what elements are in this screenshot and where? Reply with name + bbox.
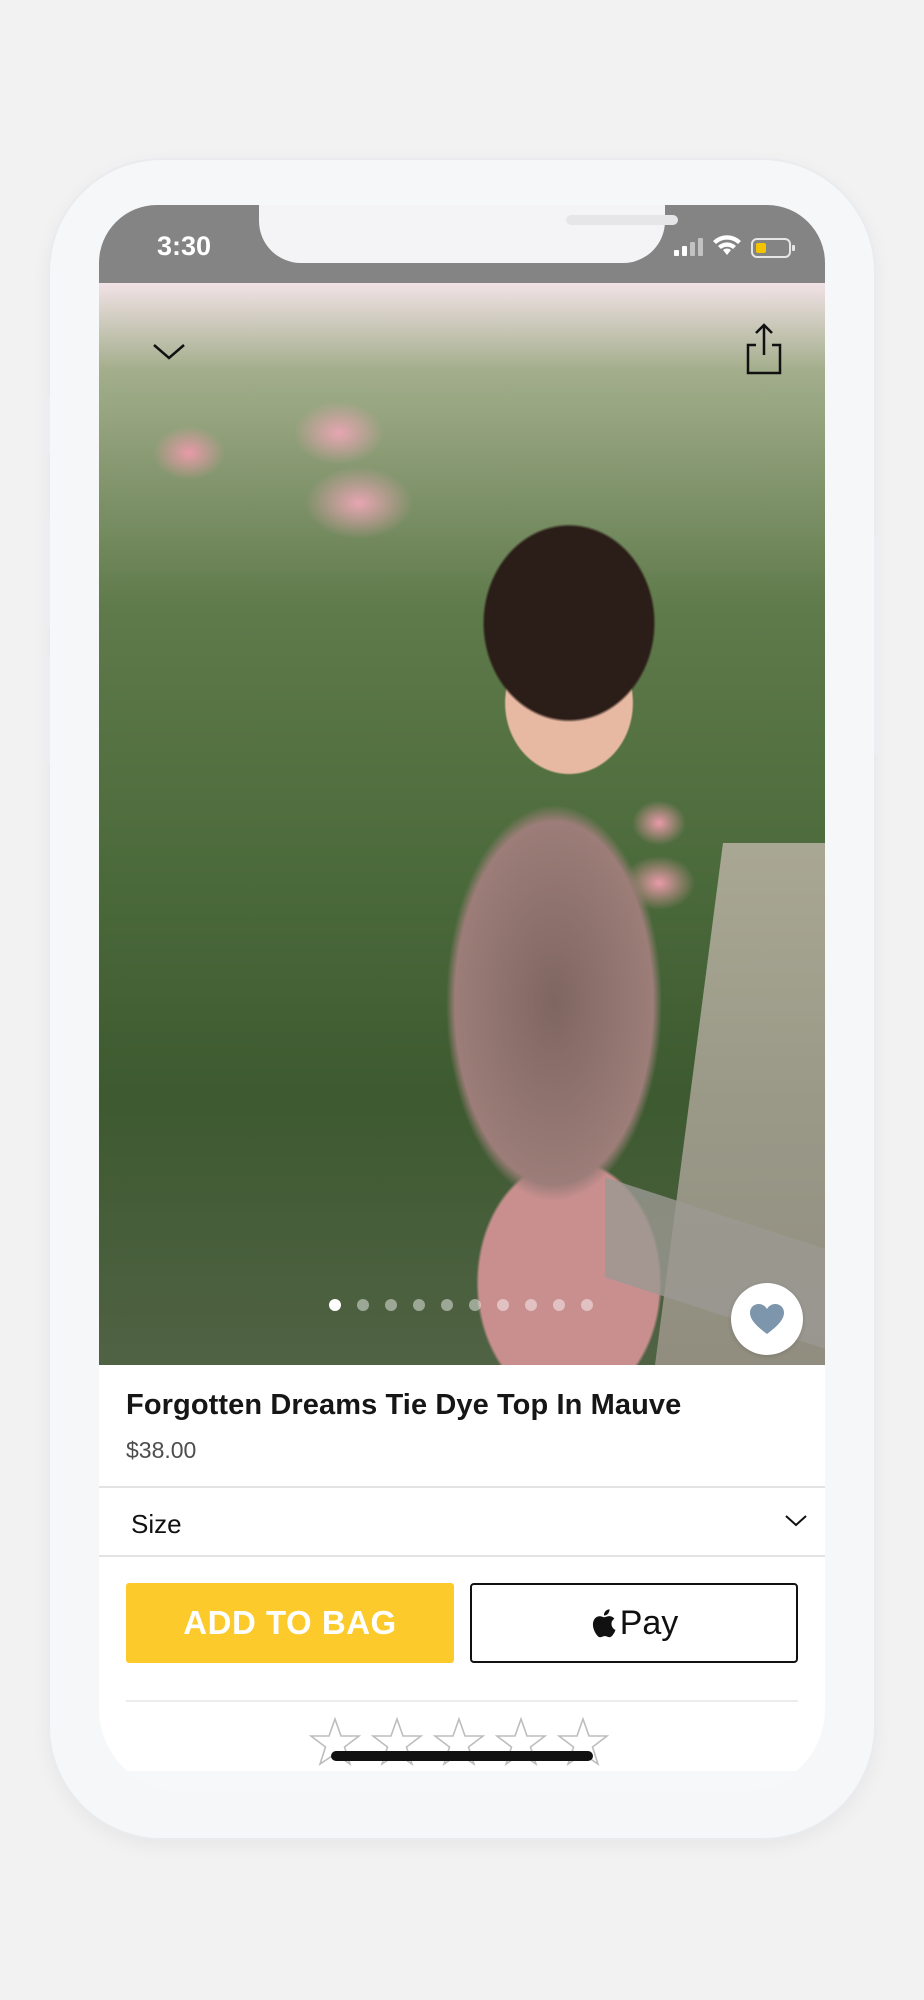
heart-icon (750, 1304, 784, 1334)
size-selector[interactable]: Size (99, 1487, 825, 1557)
carousel-dot[interactable] (413, 1299, 425, 1311)
carousel-dot[interactable] (385, 1299, 397, 1311)
purchase-buttons: ADD TO BAG Pay (126, 1583, 798, 1663)
screen-bottom-edge (99, 1771, 825, 1791)
share-icon (746, 323, 782, 375)
product-title: Forgotten Dreams Tie Dye Top In Mauve (126, 1389, 682, 1421)
collapse-button[interactable] (137, 333, 201, 373)
divider (99, 1555, 825, 1557)
side-button (874, 535, 880, 755)
carousel-dot[interactable] (525, 1299, 537, 1311)
carousel-dot[interactable] (357, 1299, 369, 1311)
home-indicator[interactable] (331, 1751, 593, 1761)
speaker-grille (566, 215, 678, 225)
side-button (44, 518, 50, 628)
divider (126, 1700, 798, 1702)
carousel-dot[interactable] (581, 1299, 593, 1311)
carousel-indicator (329, 1299, 593, 1311)
status-bar: 3:30 (99, 205, 825, 283)
chevron-down-icon (153, 344, 185, 360)
carousel-dot[interactable] (441, 1299, 453, 1311)
apple-pay-button[interactable]: Pay (470, 1583, 798, 1663)
side-button (44, 655, 50, 765)
apple-icon (592, 1609, 616, 1638)
side-button (44, 395, 50, 455)
cellular-signal-icon (674, 236, 703, 256)
favorite-button[interactable] (731, 1283, 803, 1355)
add-to-bag-button[interactable]: ADD TO BAG (126, 1583, 454, 1663)
carousel-dot[interactable] (469, 1299, 481, 1311)
carousel-dot[interactable] (497, 1299, 509, 1311)
wifi-icon (713, 235, 741, 255)
app-screen: 3:30 Forgotten Dreams Tie Dye Top In Mau… (99, 205, 825, 1791)
battery-cap (792, 245, 795, 251)
battery-level (756, 243, 766, 253)
size-label: Size (131, 1509, 182, 1539)
status-time: 3:30 (157, 231, 212, 261)
chevron-down-icon (785, 1515, 807, 1527)
apple-pay-label: Pay (619, 1603, 679, 1642)
carousel-dot[interactable] (553, 1299, 565, 1311)
carousel-dot[interactable] (329, 1299, 341, 1311)
battery-icon (751, 238, 795, 258)
product-price: $38.00 (126, 1437, 197, 1463)
share-button[interactable] (741, 321, 787, 377)
product-image-carousel[interactable] (99, 283, 825, 1365)
camera-notch (259, 205, 678, 263)
